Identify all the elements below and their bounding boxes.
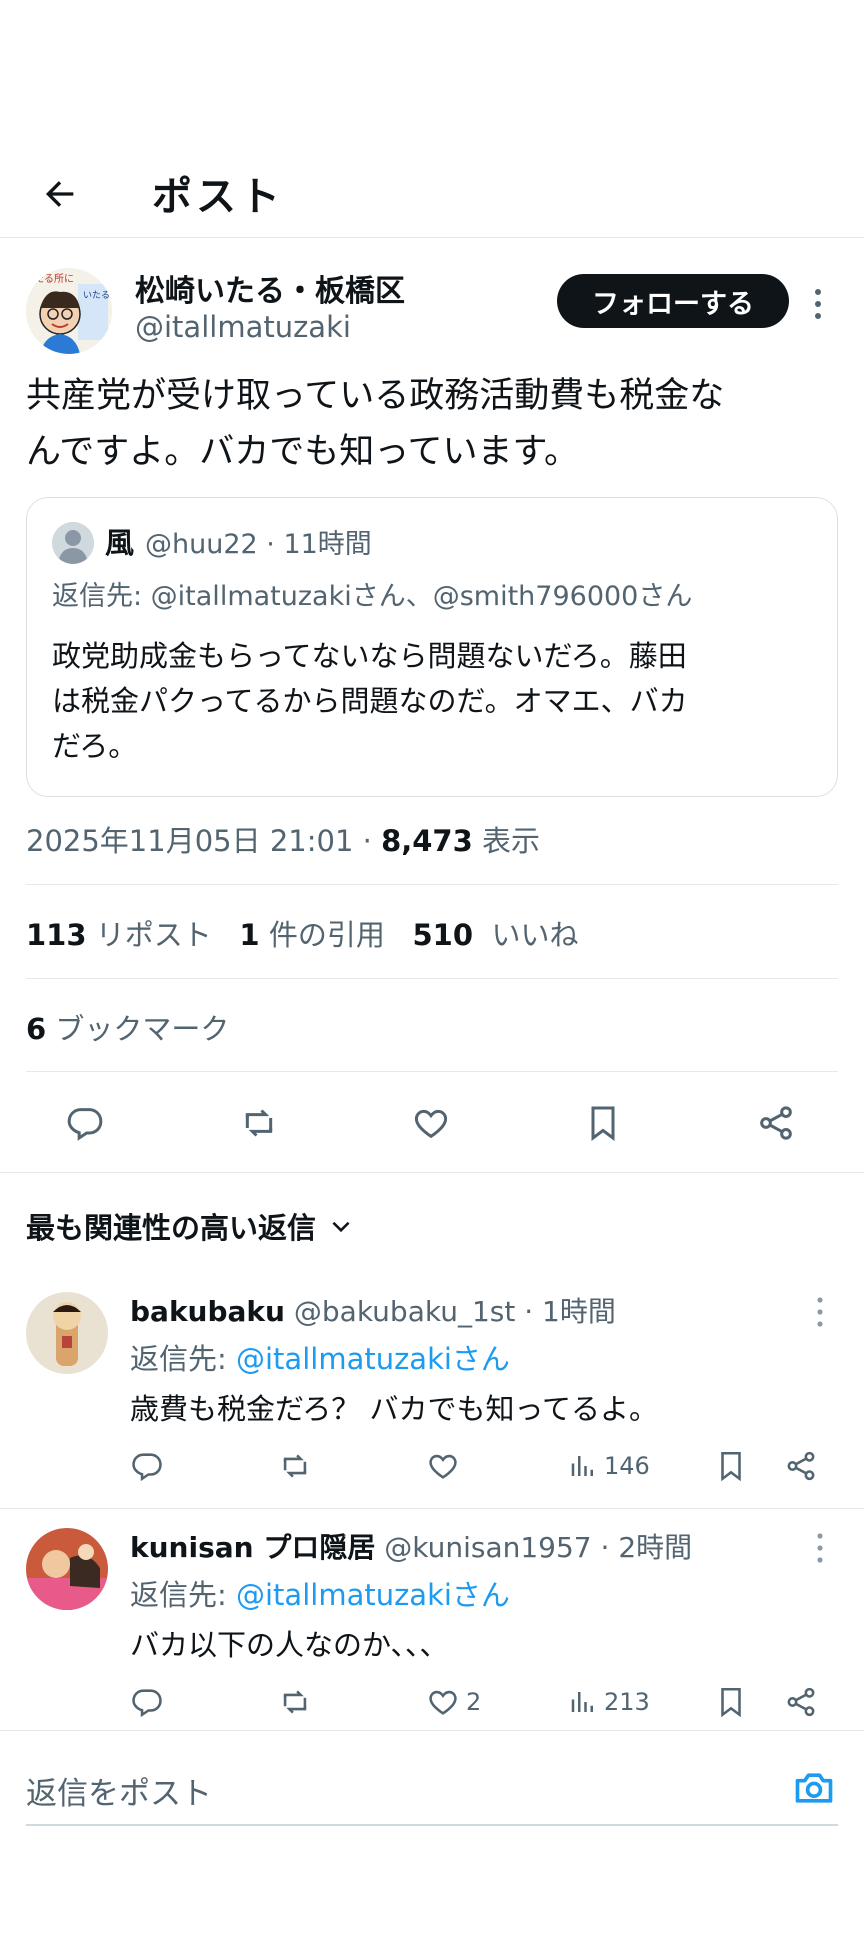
- post-timestamp: 2025年11月05日 21:01 · 8,473 表示: [26, 818, 540, 860]
- chevron-down-icon: [332, 1221, 350, 1233]
- post-text-line: んですよ。バカでも知っています。: [26, 432, 580, 472]
- camera-icon[interactable]: [792, 1766, 836, 1810]
- like-count: 2: [466, 1688, 482, 1716]
- share-icon[interactable]: [784, 1680, 818, 1724]
- views-icon: [571, 1456, 593, 1476]
- quote-stat[interactable]: 1 件の引用: [239, 918, 384, 952]
- divider: [26, 978, 838, 979]
- quote-text: 政党助成金もらってないなら問題ないだろ。藤田 は税金パクってるから問題なのだ。オ…: [52, 634, 822, 769]
- like-stat[interactable]: 510 いいね: [412, 918, 578, 952]
- top-bar: ポスト: [0, 150, 864, 238]
- post-date: 2025年11月05日 21:01 ·: [26, 824, 382, 858]
- reply-sort-dropdown[interactable]: 最も関連性の高い返信: [26, 1205, 354, 1247]
- follow-button[interactable]: フォローする: [557, 274, 789, 328]
- page-title: ポスト: [152, 174, 284, 220]
- quote-text-line: 政党助成金もらってないなら問題ないだろ。藤田: [52, 639, 687, 673]
- divider: [0, 1172, 864, 1173]
- reply-item[interactable]: bakubaku @bakubaku_1st · 1時間 返信先: @itall…: [0, 1290, 864, 1500]
- post-action-bar: [0, 1096, 864, 1150]
- bookmark-icon[interactable]: [714, 1680, 748, 1724]
- quote-author-name: 風: [105, 526, 135, 560]
- quote-text-line: は税金パクってるから問題なのだ。オマエ、バカ: [52, 684, 688, 718]
- reply-compose-field[interactable]: 返信をポスト: [26, 1762, 838, 1826]
- repost-icon[interactable]: [278, 1680, 312, 1724]
- reply-handle-time: @bakubaku_1st · 1時間: [284, 1295, 616, 1328]
- bookmark-icon[interactable]: [714, 1444, 748, 1488]
- like-button[interactable]: [426, 1444, 466, 1488]
- post-author: たる所に いたる 松崎いたる・板橋区 @itallmatuzaki フォローする: [0, 262, 864, 362]
- author-avatar[interactable]: たる所に いたる: [26, 268, 112, 354]
- reply-text: 歳費も税金だろ？ バカでも知ってるよ。: [130, 1392, 659, 1426]
- quote-reply-to: 返信先: @itallmatuzakiさん、@smith796000さん: [52, 581, 693, 612]
- divider: [26, 884, 838, 885]
- more-options-icon[interactable]: [810, 1530, 830, 1566]
- views-icon: [571, 1692, 593, 1712]
- view-count: 146: [604, 1452, 650, 1480]
- view-count: 213: [604, 1688, 650, 1716]
- reply-avatar[interactable]: [26, 1292, 108, 1374]
- reply-author-name[interactable]: bakubaku: [130, 1295, 285, 1328]
- share-icon[interactable]: [749, 1096, 803, 1150]
- reply-text: バカ以下の人なのか、、、: [130, 1628, 449, 1662]
- svg-text:たる所に: たる所に: [34, 273, 74, 285]
- divider: [26, 1071, 838, 1072]
- bookmark-stat[interactable]: 6 ブックマーク: [26, 1006, 229, 1048]
- reply-to: 返信先: @itallmatuzakiさん: [130, 1342, 510, 1376]
- like-button[interactable]: 2: [426, 1680, 481, 1724]
- reply-header: bakubaku @bakubaku_1st · 1時間: [130, 1290, 616, 1330]
- views-button[interactable]: 146: [568, 1444, 650, 1488]
- view-label: 表示: [472, 824, 541, 858]
- post-text-line: 共産党が受け取っている政務活動費も税金な: [26, 376, 725, 416]
- more-options-icon[interactable]: [808, 284, 828, 324]
- post-text: 共産党が受け取っている政務活動費も税金な んですよ。バカでも知っています。: [26, 368, 842, 480]
- reply-to: 返信先: @itallmatuzakiさん: [130, 1578, 510, 1612]
- reply-action-bar: 2 213: [0, 1680, 864, 1724]
- reply-icon[interactable]: [58, 1096, 112, 1150]
- like-icon: [429, 1690, 457, 1715]
- author-handle[interactable]: @itallmatuzaki: [135, 310, 351, 344]
- engagement-stats: 113 リポスト 1 件の引用 510 いいね: [26, 912, 578, 954]
- reply-item[interactable]: kunisan プロ隠居 @kunisan1957 · 2時間 返信先: @it…: [0, 1526, 864, 1736]
- divider: [0, 1730, 864, 1731]
- repost-stat[interactable]: 113 リポスト: [26, 918, 212, 952]
- quote-handle-time: @huu22 · 11時間: [145, 529, 372, 560]
- back-arrow-icon[interactable]: [36, 170, 84, 218]
- reply-action-bar: 146: [0, 1444, 864, 1488]
- reply-to-link[interactable]: @itallmatuzakiさん: [236, 1578, 510, 1612]
- quoted-post[interactable]: 風 @huu22 · 11時間 返信先: @itallmatuzakiさん、@s…: [26, 497, 838, 797]
- svg-text:いたる: いたる: [83, 290, 110, 301]
- repost-icon[interactable]: [232, 1096, 286, 1150]
- divider: [0, 1508, 864, 1509]
- like-icon[interactable]: [404, 1096, 458, 1150]
- view-count: 8,473: [381, 824, 473, 858]
- reply-icon[interactable]: [130, 1680, 164, 1724]
- quote-text-line: だろ。: [52, 729, 138, 763]
- share-icon[interactable]: [784, 1444, 818, 1488]
- repost-icon[interactable]: [278, 1444, 312, 1488]
- quote-avatar: [52, 522, 94, 564]
- reply-author-name[interactable]: kunisan プロ隠居: [130, 1531, 375, 1564]
- compose-placeholder: 返信をポスト: [26, 1776, 212, 1812]
- more-options-icon[interactable]: [810, 1294, 830, 1330]
- author-name[interactable]: 松崎いたる・板橋区: [135, 266, 405, 310]
- reply-icon[interactable]: [130, 1444, 164, 1488]
- views-button[interactable]: 213: [568, 1680, 650, 1724]
- reply-header: kunisan プロ隠居 @kunisan1957 · 2時間: [130, 1526, 692, 1566]
- reply-avatar[interactable]: [26, 1528, 108, 1610]
- reply-to-link[interactable]: @itallmatuzakiさん: [236, 1342, 510, 1376]
- bookmark-icon[interactable]: [576, 1096, 630, 1150]
- reply-handle-time: @kunisan1957 · 2時間: [375, 1531, 693, 1564]
- like-icon: [429, 1454, 457, 1479]
- sort-label: 最も関連性の高い返信: [26, 1211, 317, 1245]
